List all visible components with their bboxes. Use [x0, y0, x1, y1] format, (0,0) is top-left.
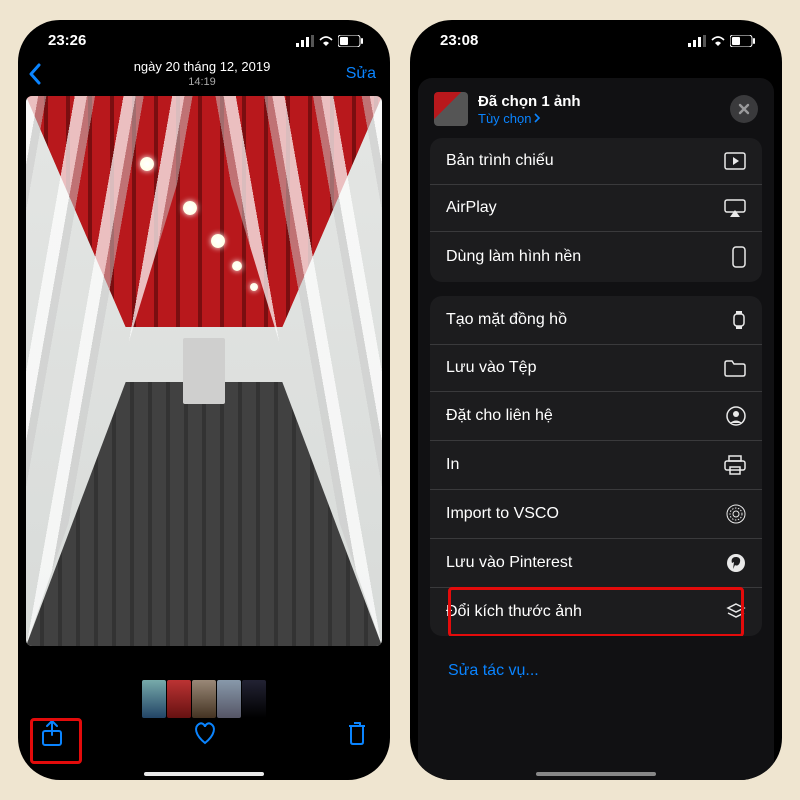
trash-icon [346, 720, 368, 746]
vsco-icon [726, 504, 746, 524]
status-bar: 23:08 [410, 20, 782, 55]
folder-icon [724, 359, 746, 377]
row-label: Bản trình chiếu [446, 152, 554, 170]
play-icon [724, 152, 746, 170]
back-button[interactable] [28, 63, 68, 85]
action-group-2: Tạo mặt đồng hồ Lưu vào Tệp Đặt cho liên… [430, 296, 762, 636]
action-assign-contact[interactable]: Đặt cho liên hệ [430, 391, 762, 440]
status-icons [296, 35, 364, 47]
sheet-title: Đã chọn 1 ảnh [478, 93, 581, 110]
share-sheet: Đã chọn 1 ảnh Tùy chọn Bản trình chiếu A… [418, 78, 774, 780]
row-label: Lưu vào Pinterest [446, 554, 572, 572]
action-save-pinterest[interactable]: Lưu vào Pinterest [430, 538, 762, 587]
delete-button[interactable] [346, 720, 368, 751]
status-icons [688, 35, 756, 47]
wifi-icon [710, 35, 726, 47]
annotation-highlight [448, 587, 744, 636]
pinterest-icon [726, 553, 746, 573]
phone-photo-viewer: 23:26 ngày 20 tháng 12, 2019 14:19 Sửa [18, 20, 390, 780]
print-icon [724, 455, 746, 475]
favorite-button[interactable] [192, 721, 218, 750]
photo-viewport[interactable] [26, 96, 382, 646]
options-link[interactable]: Tùy chọn [478, 111, 581, 126]
nav-title: ngày 20 tháng 12, 2019 [68, 59, 336, 74]
airplay-icon [724, 199, 746, 217]
nav-subtitle: 14:19 [68, 76, 336, 88]
row-label: Lưu vào Tệp [446, 359, 536, 377]
heart-icon [192, 721, 218, 745]
contact-icon [726, 406, 746, 426]
sheet-header: Đã chọn 1 ảnh Tùy chọn [418, 78, 774, 138]
action-group-1: Bản trình chiếu AirPlay Dùng làm hình nề… [430, 138, 762, 282]
row-label: Dùng làm hình nền [446, 248, 581, 266]
action-print[interactable]: In [430, 440, 762, 489]
row-label: Tạo mặt đồng hồ [446, 311, 567, 329]
row-label: In [446, 456, 459, 474]
annotation-highlight [30, 718, 82, 764]
status-bar: 23:26 [18, 20, 390, 55]
watch-icon [732, 310, 746, 330]
action-import-vsco[interactable]: Import to VSCO [430, 489, 762, 538]
status-time: 23:08 [440, 32, 478, 49]
wifi-icon [318, 35, 334, 47]
action-wallpaper[interactable]: Dùng làm hình nền [430, 231, 762, 282]
row-label: Đặt cho liên hệ [446, 407, 553, 425]
battery-icon [730, 35, 756, 47]
home-indicator[interactable] [536, 772, 656, 776]
edit-button[interactable]: Sửa [336, 65, 376, 83]
phone-icon [732, 246, 746, 268]
nav-bar: ngày 20 tháng 12, 2019 14:19 Sửa [18, 55, 390, 96]
selected-photo-thumb [434, 92, 468, 126]
row-label: Import to VSCO [446, 505, 559, 523]
signal-icon [688, 35, 706, 47]
status-time: 23:26 [48, 32, 86, 49]
action-watchface[interactable]: Tạo mặt đồng hồ [430, 296, 762, 344]
row-label: AirPlay [446, 199, 497, 217]
signal-icon [296, 35, 314, 47]
battery-icon [338, 35, 364, 47]
edit-actions-link[interactable]: Sửa tác vụ... [430, 650, 762, 692]
action-save-files[interactable]: Lưu vào Tệp [430, 344, 762, 391]
action-airplay[interactable]: AirPlay [430, 184, 762, 231]
chevron-left-icon [28, 63, 42, 85]
close-icon [738, 103, 750, 115]
chevron-right-icon [534, 113, 541, 123]
phone-share-sheet: 23:08 Đã chọn 1 ảnh Tùy chọn [410, 20, 782, 780]
options-label: Tùy chọn [478, 111, 531, 126]
action-slideshow[interactable]: Bản trình chiếu [430, 138, 762, 184]
close-button[interactable] [730, 95, 758, 123]
home-indicator[interactable] [144, 772, 264, 776]
